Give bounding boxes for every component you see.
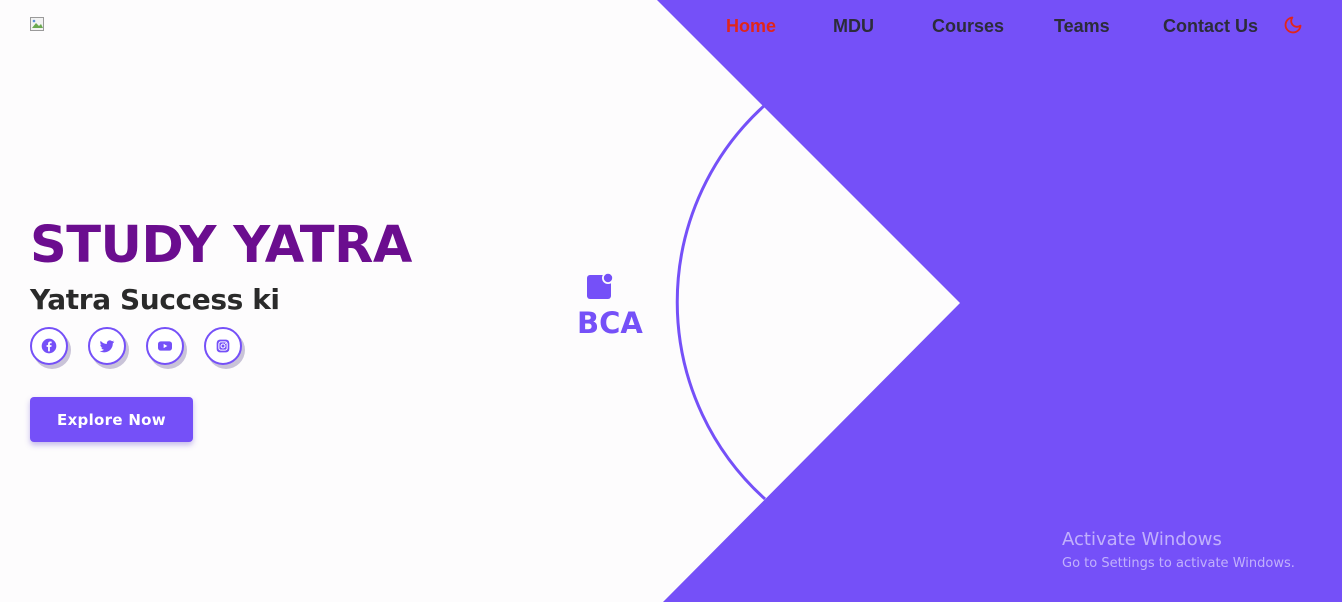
activate-windows-subtitle: Go to Settings to activate Windows. <box>1062 556 1295 571</box>
twitter-button[interactable] <box>88 327 126 365</box>
instagram-button[interactable] <box>204 327 242 365</box>
bca-label[interactable]: BCA <box>577 304 643 342</box>
facebook-button[interactable] <box>30 327 68 365</box>
moon-icon[interactable] <box>1283 15 1303 35</box>
nav-mdu[interactable]: MDU <box>833 14 874 38</box>
notification-square-icon <box>587 272 614 299</box>
nav-home[interactable]: Home <box>726 14 776 38</box>
youtube-icon <box>158 341 172 351</box>
instagram-icon <box>216 339 230 353</box>
landing-page: Home MDU Courses Teams Contact Us STUDY … <box>0 0 1342 602</box>
logo-broken-image-icon[interactable] <box>30 17 46 33</box>
hero-title: STUDY YATRA <box>30 216 412 275</box>
activate-windows-title: Activate Windows <box>1062 529 1222 550</box>
facebook-icon <box>41 338 57 354</box>
nav-teams[interactable]: Teams <box>1054 14 1110 38</box>
hero-subtitle: Yatra Success ki <box>30 283 280 316</box>
nav-courses[interactable]: Courses <box>932 14 1004 38</box>
explore-now-button[interactable]: Explore Now <box>30 397 193 442</box>
youtube-button[interactable] <box>146 327 184 365</box>
twitter-icon <box>99 340 115 353</box>
main-navigation: Home MDU Courses Teams Contact Us <box>642 14 1342 40</box>
nav-contact-us[interactable]: Contact Us <box>1163 14 1258 38</box>
